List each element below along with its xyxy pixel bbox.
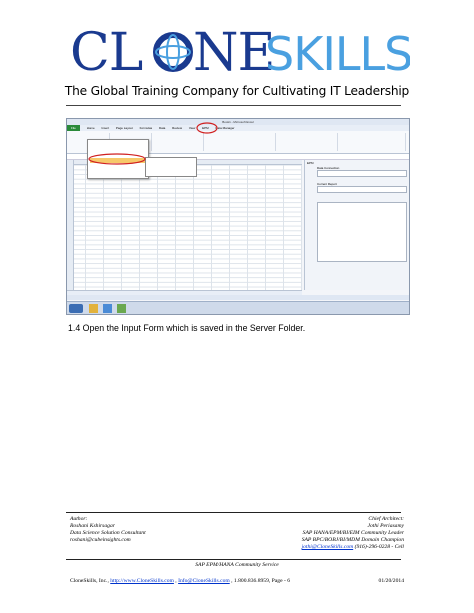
taskbar-browser-icon[interactable] [103,304,112,313]
excel-screenshot: Book1 - Microsoft Excel File Home Insert… [66,118,410,315]
author-title: Data Science Solution Consultant [70,530,146,536]
svg-text:NE: NE [193,23,274,80]
architect-name: Jothi Periasamy [367,523,404,529]
company-email-link[interactable]: Info@CloneSkills.com [178,578,230,584]
company-prefix: CloneSkills, Inc., [70,578,111,584]
taskbar-excel-icon[interactable] [117,304,126,313]
status-bar [67,295,409,300]
logo-graphic: CL NE SKILLS [70,23,410,80]
svg-text:SKILLS: SKILLS [265,27,410,80]
svg-text:CL: CL [70,23,143,80]
architect-role: Chief Architect: [368,516,404,522]
header-divider [66,105,401,106]
globe-icon [153,32,193,72]
author-name: Roshani Kshirsagar [70,523,115,529]
cloneskills-logo: CL NE SKILLS [70,22,410,80]
community-line: SAP EPM/HANA Community Service [195,562,279,568]
architect-contact: jothi@CloneSkills.com (916)-296-0228 - C… [302,544,404,551]
company-line: CloneSkills, Inc., http://www.CloneSkill… [70,578,290,584]
menu-item-highlight-circle [88,153,146,165]
company-url-link[interactable]: http://www.CloneSkills.com [110,578,174,584]
author-role: Author: [70,516,88,522]
annotation-overlay [88,122,218,165]
document-date: 01/20/2014 [378,578,404,584]
start-button[interactable] [69,304,83,313]
community-divider [66,559,401,560]
footer-divider [66,512,401,513]
step-caption: 1.4 Open the Input Form which is saved i… [68,323,306,333]
author-block: Author: Roshani Kshirsagar Data Science … [70,516,146,544]
company-tail: , 1.800.836.8959, Page - 6 [229,578,291,584]
architect-phone: (916)-296-0228 - Cell [353,544,404,550]
epm-tab-highlight-circle [196,122,218,134]
author-email: roshani@cubeinsights.com [70,537,131,543]
taskbar-explorer-icon[interactable] [89,304,98,313]
architect-title-1: SAP HANA/EPM/BI/EIM Community Leader [302,530,404,536]
architect-email-link[interactable]: jothi@CloneSkills.com [302,544,354,550]
tagline: The Global Training Company for Cultivat… [64,84,410,98]
windows-taskbar [67,301,409,314]
architect-block: Chief Architect: Jothi Periasamy SAP HAN… [302,516,404,551]
architect-title-2: SAP BPC/BOBJ/BI/MDM Domain Champion [301,537,404,543]
